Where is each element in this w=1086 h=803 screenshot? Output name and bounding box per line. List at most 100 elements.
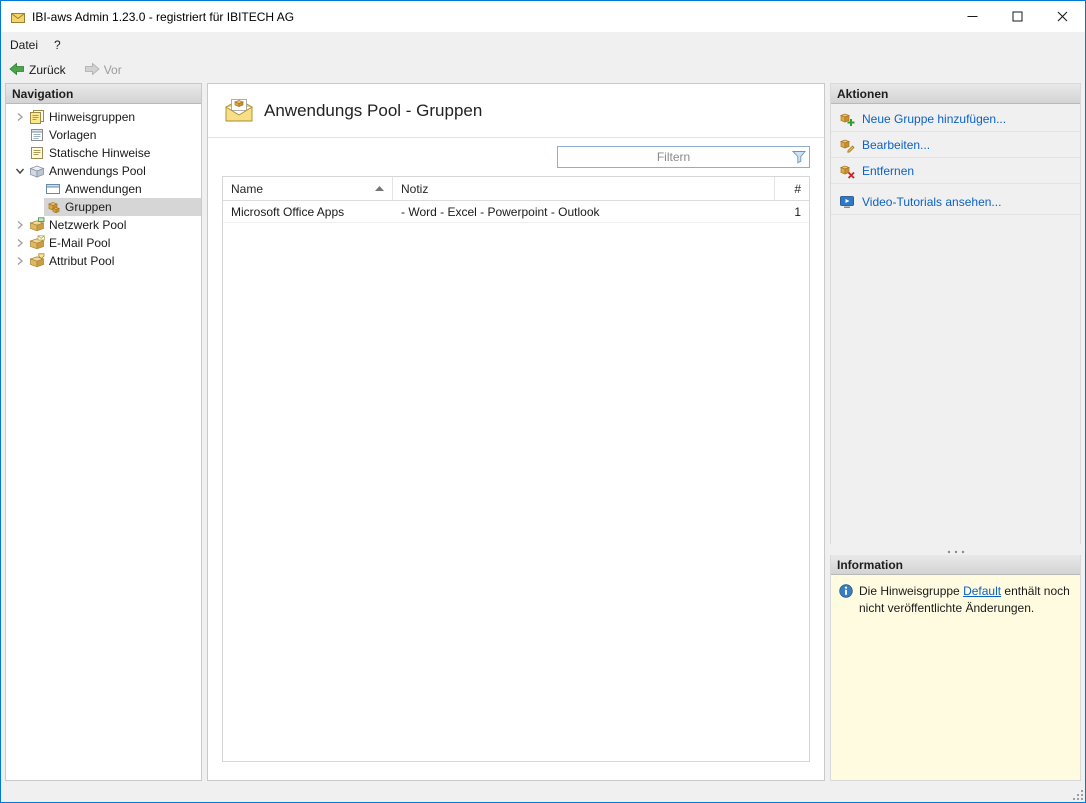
- sidebar-item-label: Anwendungs Pool: [49, 164, 146, 178]
- cell-notiz: - Word - Excel - Powerpoint - Outlook: [401, 204, 600, 219]
- forward-button[interactable]: Vor: [80, 60, 126, 81]
- information-body: Die Hinweisgruppe Default enthält noch n…: [831, 575, 1080, 780]
- page-header: Anwendungs Pool - Gruppen: [208, 84, 824, 138]
- app-icon: [10, 9, 26, 25]
- tag-box-icon: [29, 253, 45, 269]
- status-bar: [1, 787, 1085, 802]
- sort-ascending-icon: [375, 186, 384, 191]
- filter-box: [557, 146, 810, 168]
- video-tutorials-icon: [839, 194, 855, 210]
- info-text-before: Die Hinweisgruppe: [859, 584, 964, 598]
- table-row[interactable]: Microsoft Office Apps - Word - Excel - P…: [223, 201, 809, 223]
- sidebar-item-label: Gruppen: [65, 200, 112, 214]
- forward-button-label: Vor: [103, 63, 122, 77]
- action-remove[interactable]: Entfernen: [831, 158, 1080, 184]
- info-icon: [839, 584, 853, 603]
- resize-grip-icon[interactable]: [1072, 789, 1084, 801]
- filter-row: [208, 138, 824, 174]
- sidebar-item-statische-hinweise[interactable]: Statische Hinweise: [6, 144, 201, 162]
- menu-datei[interactable]: Datei: [2, 32, 46, 57]
- app-window: IBI-aws Admin 1.23.0 - registriert für I…: [0, 0, 1086, 803]
- actions-panel: Aktionen Neue Gruppe hinzufügen... Bearb…: [830, 83, 1081, 544]
- navigation-panel-header: Navigation: [6, 84, 201, 104]
- default-group-link[interactable]: Default: [963, 584, 1001, 598]
- sidebar-item-label: Netzwerk Pool: [49, 218, 127, 232]
- title-bar: IBI-aws Admin 1.23.0 - registriert für I…: [1, 1, 1085, 32]
- menu-bar: Datei ?: [1, 32, 1085, 57]
- sidebar-item-label: Attribut Pool: [49, 254, 115, 268]
- chevron-down-icon[interactable]: [12, 166, 28, 176]
- close-button[interactable]: [1040, 1, 1085, 32]
- add-group-icon: [839, 111, 855, 127]
- sidebar-item-label: Hinweisgruppen: [49, 110, 136, 124]
- information-panel: Information Die Hinweisgruppe Default en…: [830, 555, 1081, 781]
- sidebar-item-label: Anwendungen: [65, 182, 142, 196]
- menu-help[interactable]: ?: [46, 32, 69, 57]
- minimize-button[interactable]: [950, 1, 995, 32]
- column-header-name[interactable]: Name: [223, 177, 393, 200]
- email-box-icon: [29, 235, 45, 251]
- sidebar-item-netzwerk-pool[interactable]: Netzwerk Pool: [6, 216, 201, 234]
- table-header: Name Notiz #: [223, 177, 809, 201]
- action-label: Bearbeiten...: [862, 137, 931, 152]
- column-header-notiz[interactable]: Notiz: [393, 177, 775, 200]
- panel-splitter[interactable]: [830, 544, 1081, 555]
- action-list: Neue Gruppe hinzufügen... Bearbeiten... …: [831, 104, 1080, 215]
- note-icon: [29, 145, 45, 161]
- action-add-group[interactable]: Neue Gruppe hinzufügen...: [831, 106, 1080, 132]
- sidebar-item-vorlagen[interactable]: Vorlagen: [6, 126, 201, 144]
- column-header-label: Notiz: [401, 181, 429, 196]
- main-panel: Anwendungs Pool - Gruppen Name: [207, 83, 825, 781]
- chevron-right-icon[interactable]: [12, 238, 28, 248]
- navigation-tree: Hinweisgruppen Vorlagen Statische Hinwei…: [6, 104, 201, 270]
- chevron-right-icon[interactable]: [12, 220, 28, 230]
- notepad-icon: [29, 127, 45, 143]
- maximize-button[interactable]: [995, 1, 1040, 32]
- action-edit[interactable]: Bearbeiten...: [831, 132, 1080, 158]
- sidebar-item-label: E-Mail Pool: [49, 236, 111, 250]
- action-label: Entfernen: [862, 163, 915, 178]
- action-video-tutorials[interactable]: Video-Tutorials ansehen...: [831, 189, 1080, 215]
- funnel-icon[interactable]: [791, 150, 806, 167]
- app-window-icon: [45, 181, 61, 197]
- groups-table: Name Notiz # Microsoft Office Apps - Wor…: [222, 176, 810, 762]
- action-label: Video-Tutorials ansehen...: [862, 194, 1002, 209]
- forward-arrow-icon: [84, 62, 100, 79]
- open-box-icon: [29, 163, 45, 179]
- action-label: Neue Gruppe hinzufügen...: [862, 111, 1007, 126]
- notes-stack-icon: [29, 109, 45, 125]
- back-button-label: Zurück: [29, 63, 66, 77]
- cubes-icon: [45, 199, 61, 215]
- sidebar-item-anwendungen[interactable]: Anwendungen: [6, 180, 201, 198]
- sidebar-item-attribut-pool[interactable]: Attribut Pool: [6, 252, 201, 270]
- page-title: Anwendungs Pool - Gruppen: [264, 101, 483, 120]
- column-header-count[interactable]: #: [775, 177, 809, 200]
- cell-name: Microsoft Office Apps: [231, 204, 345, 219]
- remove-group-icon: [839, 163, 855, 179]
- network-box-icon: [29, 217, 45, 233]
- content-area: Navigation Hinweisgruppen Vorlagen Stati…: [1, 83, 1085, 787]
- information-message: Die Hinweisgruppe Default enthält noch n…: [859, 583, 1072, 617]
- sidebar-item-gruppen[interactable]: Gruppen: [6, 198, 201, 216]
- groups-envelope-icon: [224, 96, 254, 126]
- column-header-label: Name: [231, 181, 264, 196]
- information-panel-header: Information: [831, 555, 1080, 575]
- window-controls: [950, 1, 1085, 32]
- chevron-right-icon[interactable]: [12, 112, 28, 122]
- sidebar-item-hinweisgruppen[interactable]: Hinweisgruppen: [6, 108, 201, 126]
- filter-input[interactable]: [557, 146, 810, 168]
- sidebar-item-anwendungs-pool[interactable]: Anwendungs Pool: [6, 162, 201, 180]
- sidebar-item-email-pool[interactable]: E-Mail Pool: [6, 234, 201, 252]
- back-button[interactable]: Zurück: [5, 60, 70, 81]
- chevron-right-icon[interactable]: [12, 256, 28, 266]
- selected-tree-row[interactable]: Gruppen: [44, 198, 201, 216]
- right-column: Aktionen Neue Gruppe hinzufügen... Bearb…: [830, 83, 1081, 781]
- actions-panel-header: Aktionen: [831, 84, 1080, 104]
- navigation-panel: Navigation Hinweisgruppen Vorlagen Stati…: [5, 83, 202, 781]
- sidebar-item-label: Vorlagen: [49, 128, 97, 142]
- back-arrow-icon: [9, 62, 25, 79]
- cell-count: 1: [794, 204, 801, 219]
- window-title: IBI-aws Admin 1.23.0 - registriert für I…: [32, 9, 295, 24]
- column-header-label: #: [794, 181, 801, 196]
- navigation-toolbar: Zurück Vor: [1, 57, 1085, 83]
